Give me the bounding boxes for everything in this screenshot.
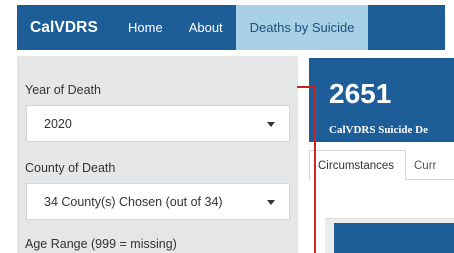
nav-link-about[interactable]: About [176, 5, 236, 50]
tab-curr[interactable]: Curr [406, 150, 454, 181]
suicide-count-value-box: 2651 CalVDRS Suicide De [309, 58, 454, 142]
tab-bar: Circumstances Curr [309, 150, 454, 181]
county-of-death-value: 34 County(s) Chosen (out of 34) [44, 194, 223, 209]
content-panel [325, 218, 454, 253]
caret-down-icon [267, 200, 275, 205]
age-range-label: Age Range (999 = missing) [25, 237, 177, 251]
tab-circumstances[interactable]: Circumstances [309, 150, 406, 181]
suicide-count-number: 2651 [329, 78, 392, 109]
filter-sidebar: Year of Death 2020 County of Death 34 Co… [17, 56, 298, 253]
year-of-death-select[interactable]: 2020 [26, 105, 290, 142]
main-content: 2651 CalVDRS Suicide De Circumstances Cu… [298, 56, 454, 253]
annotation-line-vertical [314, 86, 316, 253]
county-of-death-label: County of Death [25, 161, 116, 175]
year-of-death-value: 2020 [44, 116, 72, 131]
brand-title[interactable]: CalVDRS [17, 5, 115, 50]
value-box-subtitle: CalVDRS Suicide De [329, 124, 429, 136]
caret-down-icon [267, 122, 275, 127]
nav-link-home[interactable]: Home [115, 5, 176, 50]
annotation-line-horizontal [297, 86, 315, 88]
top-navbar: CalVDRS Home About Deaths by Suicide [17, 5, 445, 50]
year-of-death-label: Year of Death [25, 83, 101, 97]
nav-link-deaths-by-suicide[interactable]: Deaths by Suicide [235, 5, 369, 50]
county-of-death-select[interactable]: 34 County(s) Chosen (out of 34) [26, 183, 290, 220]
content-panel-header [334, 223, 454, 253]
